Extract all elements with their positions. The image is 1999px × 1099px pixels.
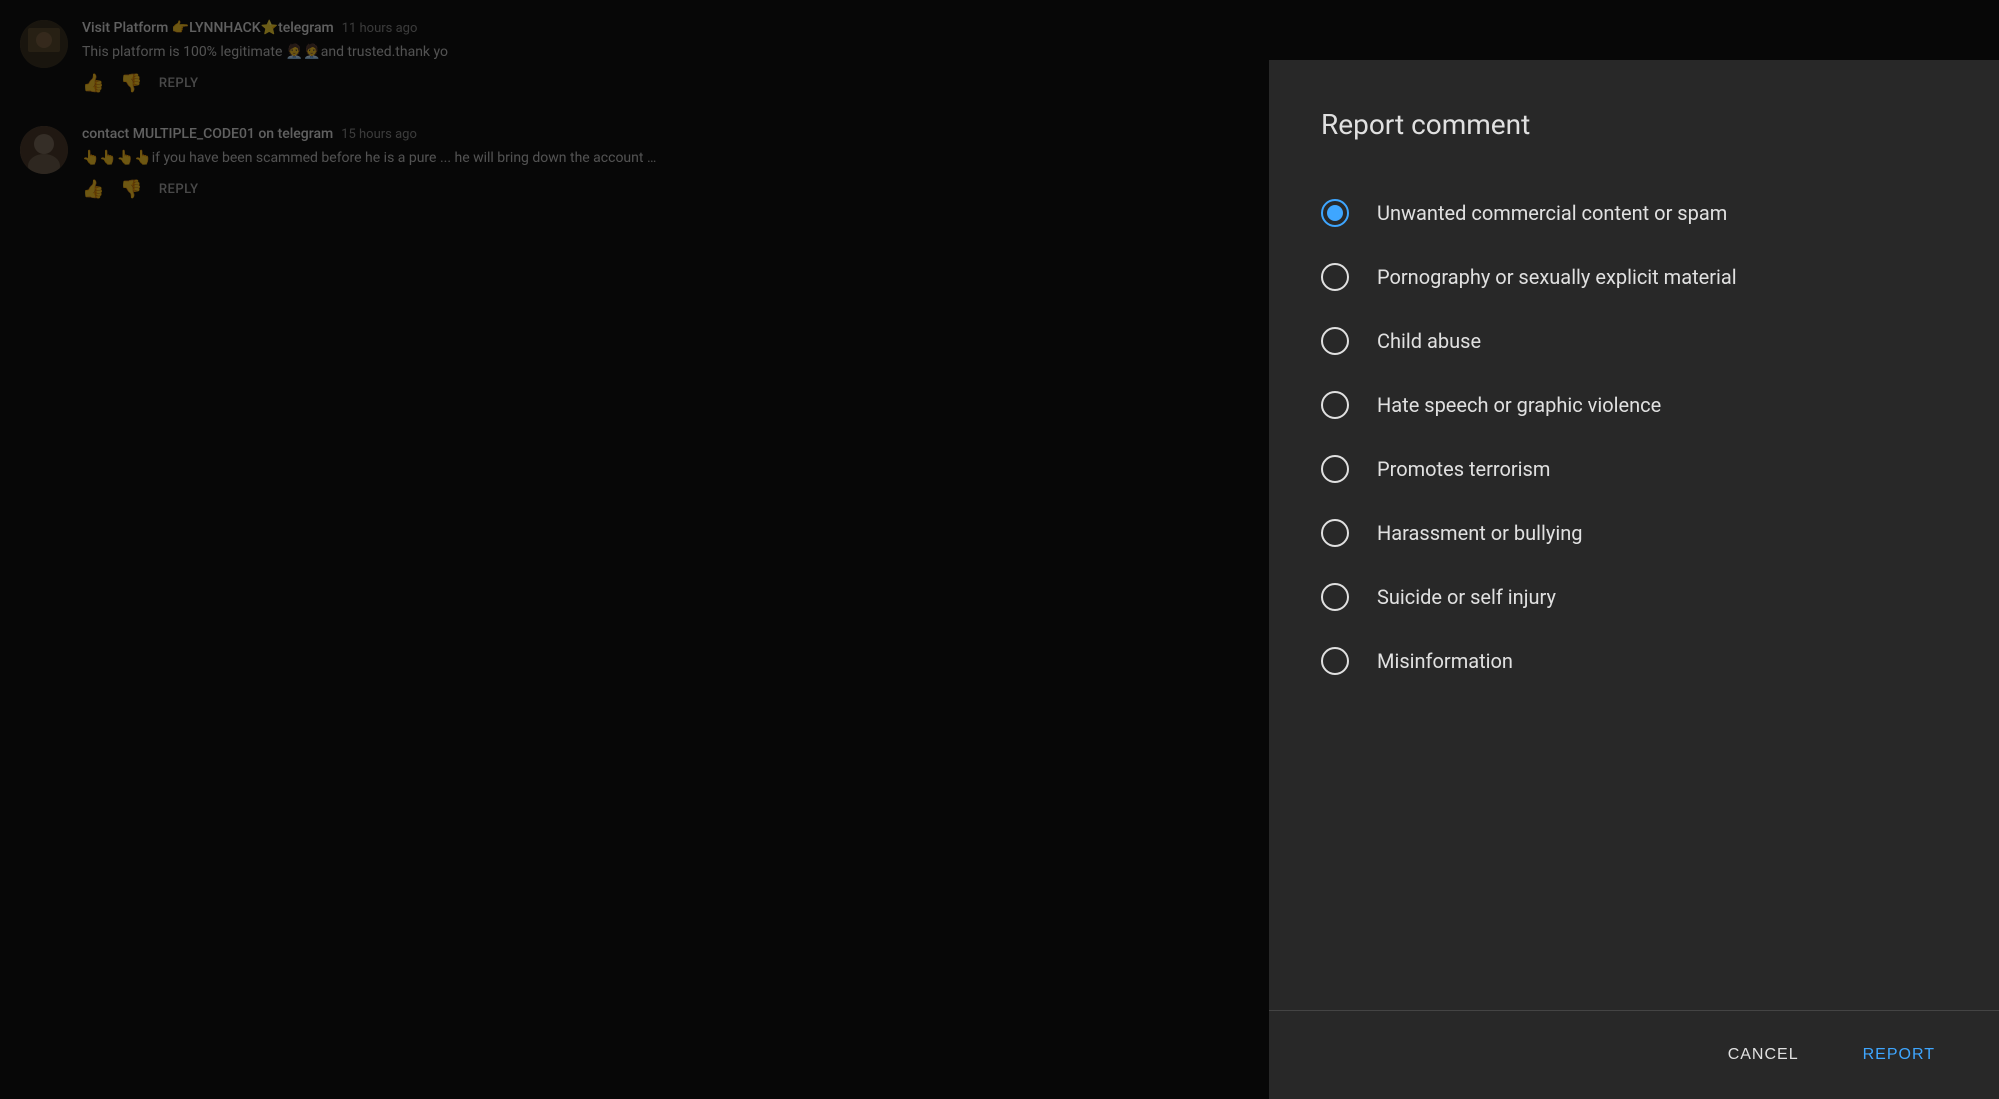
cancel-button[interactable]: CANCEL: [1704, 1034, 1823, 1076]
report-option-spam-label: Unwanted commercial content or spam: [1377, 201, 1727, 225]
report-option-child-label: Child abuse: [1377, 329, 1481, 353]
radio-terror[interactable]: [1321, 455, 1349, 483]
radio-misinfo[interactable]: [1321, 647, 1349, 675]
dialog-actions: CANCEL REPORT: [1269, 1011, 1999, 1099]
report-option-hate[interactable]: Hate speech or graphic violence: [1321, 373, 1947, 437]
report-option-porn-label: Pornography or sexually explicit materia…: [1377, 265, 1737, 289]
report-option-suicide-label: Suicide or self injury: [1377, 585, 1556, 609]
report-option-misinfo[interactable]: Misinformation: [1321, 629, 1947, 693]
radio-porn[interactable]: [1321, 263, 1349, 291]
report-option-misinfo-label: Misinformation: [1377, 649, 1513, 673]
report-option-terror[interactable]: Promotes terrorism: [1321, 437, 1947, 501]
report-option-suicide[interactable]: Suicide or self injury: [1321, 565, 1947, 629]
radio-hate[interactable]: [1321, 391, 1349, 419]
report-button[interactable]: REPORT: [1839, 1034, 1959, 1076]
report-dialog: Report comment Unwanted commercial conte…: [1269, 60, 1999, 1099]
report-option-harass-label: Harassment or bullying: [1377, 521, 1582, 545]
report-options-group: Unwanted commercial content or spam Porn…: [1321, 181, 1947, 693]
radio-harass[interactable]: [1321, 519, 1349, 547]
dialog-content: Report comment Unwanted commercial conte…: [1269, 60, 1999, 1010]
report-option-terror-label: Promotes terrorism: [1377, 457, 1550, 481]
dialog-title: Report comment: [1321, 108, 1947, 141]
radio-spam[interactable]: [1321, 199, 1349, 227]
report-option-child[interactable]: Child abuse: [1321, 309, 1947, 373]
report-option-hate-label: Hate speech or graphic violence: [1377, 393, 1661, 417]
radio-child[interactable]: [1321, 327, 1349, 355]
radio-suicide[interactable]: [1321, 583, 1349, 611]
report-option-harass[interactable]: Harassment or bullying: [1321, 501, 1947, 565]
report-option-spam[interactable]: Unwanted commercial content or spam: [1321, 181, 1947, 245]
report-option-porn[interactable]: Pornography or sexually explicit materia…: [1321, 245, 1947, 309]
